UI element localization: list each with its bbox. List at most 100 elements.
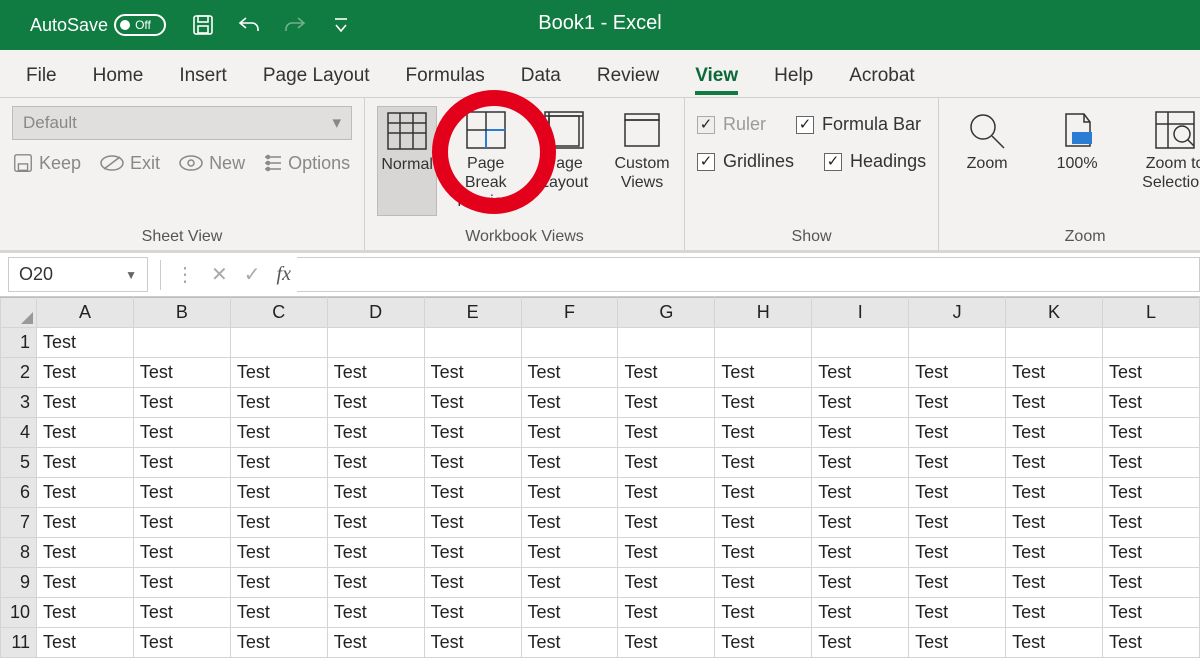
cell-F8[interactable]: Test [521,538,618,568]
cell-A2[interactable]: Test [37,358,134,388]
cell-F1[interactable] [521,328,618,358]
col-header-F[interactable]: F [521,298,618,328]
cell-I8[interactable]: Test [812,538,909,568]
page-break-preview-button[interactable]: Page Break Preview [455,106,516,216]
page-layout-button[interactable]: Page Layout [534,106,594,216]
cell-E5[interactable]: Test [424,448,521,478]
cell-F6[interactable]: Test [521,478,618,508]
col-header-I[interactable]: I [812,298,909,328]
row-header-6[interactable]: 6 [1,478,37,508]
cell-A5[interactable]: Test [37,448,134,478]
row-header-10[interactable]: 10 [1,598,37,628]
cell-A1[interactable]: Test [37,328,134,358]
cell-G1[interactable] [618,328,715,358]
cell-B11[interactable]: Test [133,628,230,658]
cell-G11[interactable]: Test [618,628,715,658]
cell-K2[interactable]: Test [1006,358,1103,388]
cell-G9[interactable]: Test [618,568,715,598]
cell-more-icon[interactable]: ⋮ [175,262,195,287]
cell-F2[interactable]: Test [521,358,618,388]
col-header-H[interactable]: H [715,298,812,328]
keep-button[interactable]: Keep [12,152,81,174]
cell-F9[interactable]: Test [521,568,618,598]
cell-J2[interactable]: Test [909,358,1006,388]
tab-home[interactable]: Home [93,65,144,97]
cell-B4[interactable]: Test [133,418,230,448]
cell-G3[interactable]: Test [618,388,715,418]
save-icon[interactable] [186,8,220,42]
cell-I10[interactable]: Test [812,598,909,628]
cell-F11[interactable]: Test [521,628,618,658]
cell-D8[interactable]: Test [327,538,424,568]
row-header-7[interactable]: 7 [1,508,37,538]
cell-C2[interactable]: Test [230,358,327,388]
options-button[interactable]: Options [263,152,350,174]
cell-C9[interactable]: Test [230,568,327,598]
cell-H6[interactable]: Test [715,478,812,508]
cell-K7[interactable]: Test [1006,508,1103,538]
cell-G7[interactable]: Test [618,508,715,538]
cell-J10[interactable]: Test [909,598,1006,628]
cell-L1[interactable] [1102,328,1199,358]
cell-F7[interactable]: Test [521,508,618,538]
cell-L5[interactable]: Test [1102,448,1199,478]
cell-I6[interactable]: Test [812,478,909,508]
cell-D11[interactable]: Test [327,628,424,658]
cell-I1[interactable] [812,328,909,358]
cell-J11[interactable]: Test [909,628,1006,658]
cell-F10[interactable]: Test [521,598,618,628]
cell-C8[interactable]: Test [230,538,327,568]
cell-B2[interactable]: Test [133,358,230,388]
cell-E11[interactable]: Test [424,628,521,658]
cell-K3[interactable]: Test [1006,388,1103,418]
fx-icon[interactable]: fx [277,263,291,286]
cell-H10[interactable]: Test [715,598,812,628]
cell-E1[interactable] [424,328,521,358]
cell-K10[interactable]: Test [1006,598,1103,628]
cell-J6[interactable]: Test [909,478,1006,508]
cell-F5[interactable]: Test [521,448,618,478]
tab-page-layout[interactable]: Page Layout [263,65,370,97]
exit-button[interactable]: Exit [99,152,160,174]
cell-H2[interactable]: Test [715,358,812,388]
cell-B10[interactable]: Test [133,598,230,628]
cell-K9[interactable]: Test [1006,568,1103,598]
cell-D5[interactable]: Test [327,448,424,478]
row-header-5[interactable]: 5 [1,448,37,478]
cell-B3[interactable]: Test [133,388,230,418]
undo-icon[interactable] [232,8,266,42]
select-all-corner[interactable] [1,298,37,328]
cell-C6[interactable]: Test [230,478,327,508]
cell-L10[interactable]: Test [1102,598,1199,628]
cell-G8[interactable]: Test [618,538,715,568]
cell-I5[interactable]: Test [812,448,909,478]
cell-E7[interactable]: Test [424,508,521,538]
cell-D1[interactable] [327,328,424,358]
cell-A3[interactable]: Test [37,388,134,418]
zoom-100-button[interactable]: 100% [1041,106,1113,196]
cell-E6[interactable]: Test [424,478,521,508]
cell-G4[interactable]: Test [618,418,715,448]
cell-J5[interactable]: Test [909,448,1006,478]
sheet-view-select[interactable]: Default ▾ [12,106,352,140]
cell-L8[interactable]: Test [1102,538,1199,568]
cell-B7[interactable]: Test [133,508,230,538]
normal-view-button[interactable]: Normal [377,106,437,216]
cell-K6[interactable]: Test [1006,478,1103,508]
cell-A10[interactable]: Test [37,598,134,628]
formula-input[interactable] [297,257,1200,292]
cell-K8[interactable]: Test [1006,538,1103,568]
cell-H9[interactable]: Test [715,568,812,598]
cell-A9[interactable]: Test [37,568,134,598]
cell-G5[interactable]: Test [618,448,715,478]
cell-A7[interactable]: Test [37,508,134,538]
cell-I4[interactable]: Test [812,418,909,448]
cell-J3[interactable]: Test [909,388,1006,418]
col-header-K[interactable]: K [1006,298,1103,328]
tab-data[interactable]: Data [521,65,561,97]
cell-F3[interactable]: Test [521,388,618,418]
cell-D3[interactable]: Test [327,388,424,418]
cell-E3[interactable]: Test [424,388,521,418]
cell-H4[interactable]: Test [715,418,812,448]
col-header-C[interactable]: C [230,298,327,328]
